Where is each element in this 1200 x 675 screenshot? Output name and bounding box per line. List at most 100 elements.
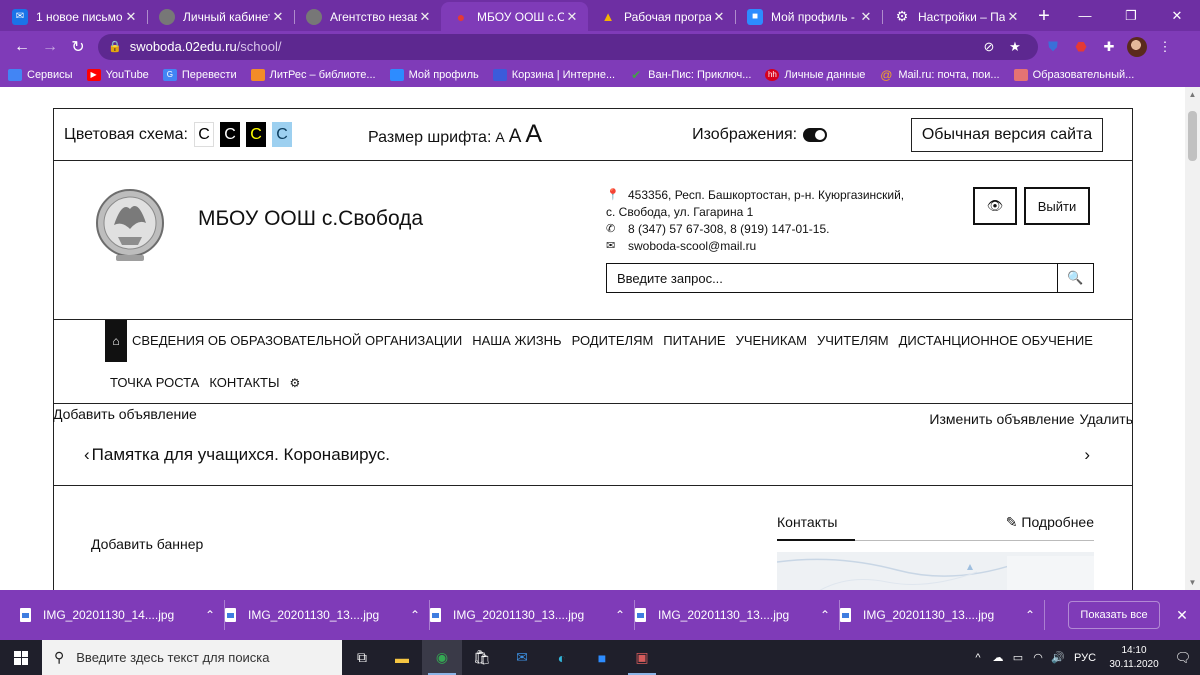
scroll-down-icon[interactable]: ▼: [1185, 575, 1200, 590]
address-bar[interactable]: 🔒 swoboda.02edu.ru/school/ ⊘ ★: [98, 33, 1038, 60]
bookmark-item[interactable]: Сервисы: [8, 68, 73, 81]
taskbar-search[interactable]: ⚲ Введите здесь текст для поиска: [42, 640, 342, 675]
close-icon[interactable]: ✕: [711, 9, 727, 25]
tab-program[interactable]: ▲ Рабочая програм ✕: [588, 2, 735, 31]
bookmark-item[interactable]: ✔ Ван-Пис: Приключ...: [629, 68, 751, 82]
close-icon[interactable]: ✕: [564, 9, 580, 25]
mail-app-icon[interactable]: ✉: [502, 640, 542, 675]
bookmark-item[interactable]: Образовательный...: [1013, 68, 1134, 81]
tab-cabinet[interactable]: Личный кабинет ✕: [147, 2, 294, 31]
chevron-left-icon[interactable]: ‹: [84, 445, 90, 465]
menu-item-contacts[interactable]: КОНТАКТЫ: [209, 375, 279, 390]
menu-item-food[interactable]: ПИТАНИЕ: [663, 333, 725, 348]
logout-button[interactable]: Выйти: [1024, 187, 1090, 225]
download-item[interactable]: IMG_20201130_14....jpg ⌃: [20, 590, 225, 640]
close-icon[interactable]: ✕: [858, 9, 874, 25]
menu-item-teachers[interactable]: УЧИТЕЛЯМ: [817, 333, 889, 348]
bookmark-item[interactable]: ЛитРес – библиоте...: [250, 68, 376, 81]
chrome-icon[interactable]: ◉: [422, 640, 462, 675]
bookmark-item[interactable]: Корзина | Интерне...: [492, 68, 615, 81]
menu-item-growth-point[interactable]: ТОЧКА РОСТА: [110, 375, 199, 390]
language-indicator[interactable]: РУС: [1068, 652, 1102, 664]
battery-icon[interactable]: ▭: [1008, 651, 1028, 664]
gear-icon[interactable]: ⚙: [289, 376, 300, 390]
delete-announcement-link[interactable]: Удалить: [1080, 411, 1133, 427]
add-banner-link[interactable]: Добавить баннер: [91, 536, 203, 552]
url-text[interactable]: swoboda.02edu.ru/school/: [130, 39, 976, 54]
home-icon[interactable]: ⌂: [105, 320, 127, 362]
bookmark-item[interactable]: hh Личные данные: [765, 68, 865, 81]
chevron-up-icon[interactable]: ⌃: [195, 608, 225, 622]
forward-icon[interactable]: →: [36, 33, 64, 61]
download-item[interactable]: IMG_20201130_13....jpg ⌃: [840, 590, 1045, 640]
close-icon[interactable]: ✕: [1005, 9, 1021, 25]
location-map[interactable]: [777, 552, 1094, 590]
menu-item-students[interactable]: УЧЕНИКАМ: [736, 333, 807, 348]
profile-avatar[interactable]: [1124, 34, 1150, 60]
volume-icon[interactable]: 🔊: [1048, 651, 1068, 664]
edit-announcement-link[interactable]: Изменить объявление: [929, 411, 1074, 427]
bookmark-item[interactable]: @ Mail.ru: почта, пои...: [879, 68, 999, 82]
color-scheme-white[interactable]: С: [193, 122, 214, 147]
task-view-icon[interactable]: ⧉: [342, 640, 382, 675]
reload-icon[interactable]: ↻: [64, 33, 92, 61]
download-item[interactable]: IMG_20201130_13....jpg ⌃: [225, 590, 430, 640]
menu-item-our-life[interactable]: НАША ЖИЗНЬ: [472, 333, 561, 348]
close-icon[interactable]: ✕: [123, 9, 139, 25]
menu-item-parents[interactable]: РОДИТЕЛЯМ: [572, 333, 654, 348]
zoom-app-icon[interactable]: ■: [582, 640, 622, 675]
bookmark-item[interactable]: G Перевести: [162, 68, 237, 81]
start-button[interactable]: [0, 640, 42, 675]
minimize-icon[interactable]: —: [1062, 0, 1108, 31]
store-icon[interactable]: 🛍: [462, 640, 502, 675]
close-icon[interactable]: ✕: [270, 9, 286, 25]
chevron-up-icon[interactable]: ^: [968, 652, 988, 664]
lock-icon[interactable]: 🔒: [108, 40, 122, 53]
search-input[interactable]: [607, 264, 1057, 292]
restore-icon[interactable]: ❐: [1108, 0, 1154, 31]
cloud-icon[interactable]: ☁: [988, 651, 1008, 664]
chevron-right-icon[interactable]: ›: [1084, 445, 1090, 465]
back-icon[interactable]: ←: [8, 33, 36, 61]
font-size-small[interactable]: А: [495, 129, 504, 145]
email-address[interactable]: swoboda-scool@mail.ru: [628, 238, 756, 255]
file-explorer-icon[interactable]: ▬: [382, 640, 422, 675]
puzzle-icon[interactable]: ✚: [1096, 34, 1122, 60]
font-size-large[interactable]: А: [525, 120, 542, 149]
tab-school[interactable]: ● МБОУ ООШ с.Сво ✕: [441, 2, 588, 31]
more-menu-icon[interactable]: ⋮: [1152, 34, 1178, 60]
close-window-icon[interactable]: ✕: [1154, 0, 1200, 31]
tab-contacts[interactable]: Контакты: [777, 514, 856, 541]
close-icon[interactable]: ✕: [417, 9, 433, 25]
announcement-title[interactable]: Памятка для учащихся. Коронавирус.: [92, 445, 390, 465]
chevron-up-icon[interactable]: ⌃: [605, 608, 635, 622]
download-item[interactable]: IMG_20201130_13....jpg ⌃: [635, 590, 840, 640]
tab-agency[interactable]: Агентство незави ✕: [294, 2, 441, 31]
winrar-icon[interactable]: ▣: [622, 640, 662, 675]
more-link[interactable]: ✎ Подробнее: [1006, 514, 1094, 540]
page-scrollbar[interactable]: ▲ ▼: [1185, 87, 1200, 590]
shield-extension-icon[interactable]: ⛊: [1040, 34, 1066, 60]
clock[interactable]: 14:10 30.11.2020: [1102, 644, 1166, 672]
chevron-up-icon[interactable]: ⌃: [400, 608, 430, 622]
new-tab-button[interactable]: +: [1029, 2, 1059, 31]
notification-icon[interactable]: 🗨: [1166, 650, 1200, 666]
scroll-up-icon[interactable]: ▲: [1185, 87, 1200, 102]
chevron-up-icon[interactable]: ⌃: [810, 608, 840, 622]
color-scheme-blue[interactable]: С: [271, 122, 292, 147]
visually-impaired-button[interactable]: 👁: [973, 187, 1017, 225]
add-announcement-link[interactable]: Добавить объявление: [53, 406, 197, 422]
color-scheme-black[interactable]: С: [219, 122, 240, 147]
images-toggle[interactable]: [803, 127, 828, 142]
chevron-up-icon[interactable]: ⌃: [1015, 608, 1045, 622]
color-scheme-yellow[interactable]: С: [245, 122, 266, 147]
font-size-medium[interactable]: А: [509, 126, 522, 148]
adblock-extension-icon[interactable]: ⬣: [1068, 34, 1094, 60]
tab-zoom[interactable]: ■ Мой профиль - Zo ✕: [735, 2, 882, 31]
download-item[interactable]: IMG_20201130_13....jpg ⌃: [430, 590, 635, 640]
bookmark-item[interactable]: ▶ YouTube: [86, 68, 149, 81]
menu-item-organization-info[interactable]: СВЕДЕНИЯ ОБ ОБРАЗОВАТЕЛЬНОЙ ОРГАНИЗАЦИИ: [132, 333, 462, 348]
show-all-button[interactable]: Показать все: [1068, 601, 1160, 629]
close-icon[interactable]: ✕: [1168, 607, 1196, 624]
edge-icon[interactable]: ◐: [542, 640, 582, 675]
